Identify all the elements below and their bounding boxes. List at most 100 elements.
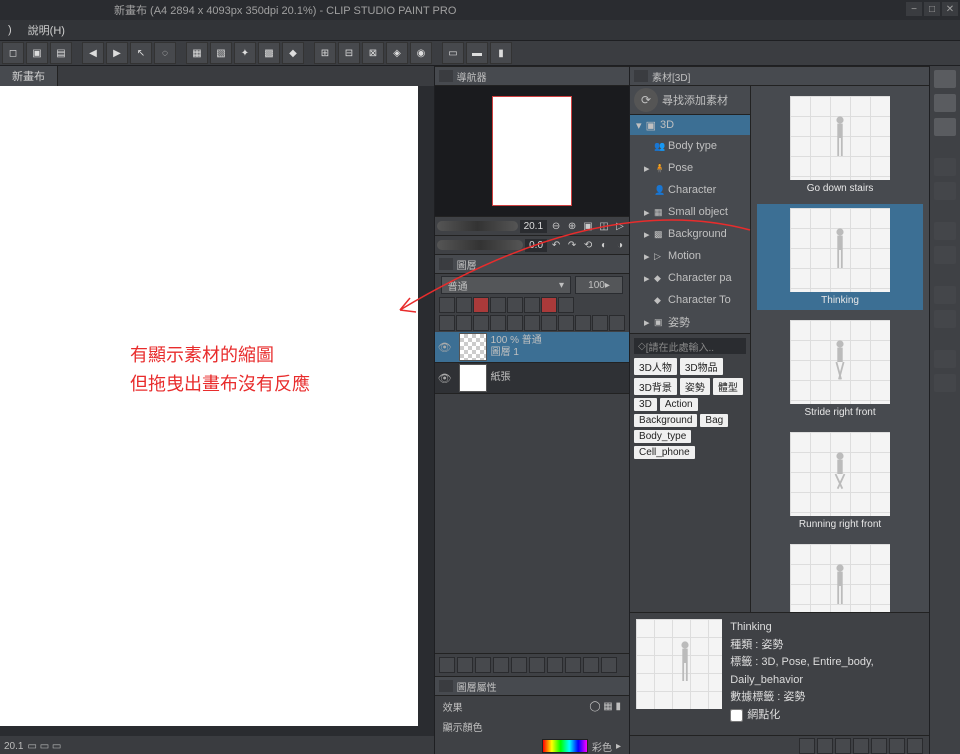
rotate-a-icon[interactable]: ◐ <box>597 238 611 252</box>
tag[interactable]: 3D物品 <box>680 358 723 375</box>
layer-item[interactable]: 👁 100 % 普通 圖層 1 <box>435 332 629 363</box>
rotate-reset-icon[interactable]: ⟲ <box>581 238 595 252</box>
zoom-slider[interactable] <box>437 221 518 231</box>
tree-item-bodytype[interactable]: 👥Body type <box>630 135 750 157</box>
tree-root-3d[interactable]: ▾ ▣ 3D <box>630 115 750 135</box>
tool-h-icon[interactable]: ▮ <box>490 42 512 64</box>
tree-item-smallobj[interactable]: ▸▦Small object <box>630 201 750 223</box>
tag[interactable]: Action <box>660 398 698 411</box>
navigator-canvas[interactable] <box>492 96 572 206</box>
gridify-checkbox[interactable] <box>730 709 743 722</box>
tag[interactable]: 3D背景 <box>634 378 677 395</box>
layer-m3-icon[interactable] <box>558 315 574 331</box>
strip-cube-icon[interactable] <box>934 286 956 304</box>
layer-item[interactable]: 👁 紙張 <box>435 363 629 394</box>
lb-d-icon[interactable] <box>529 657 545 673</box>
tool-grid-icon[interactable]: ▩ <box>258 42 280 64</box>
lb-new2-icon[interactable] <box>457 657 473 673</box>
layer-opacity[interactable]: 100▸ <box>575 276 623 294</box>
strip-folder-icon[interactable] <box>934 222 956 240</box>
tree-item-charparts[interactable]: ▸◆Character pa <box>630 267 750 289</box>
fit-icon[interactable]: ▣ <box>581 219 595 233</box>
zoom-in-icon[interactable]: ⊕ <box>565 219 579 233</box>
tool-select-icon[interactable]: ▦ <box>186 42 208 64</box>
tool-b-icon[interactable]: ⊟ <box>338 42 360 64</box>
tool-snap-icon[interactable]: ✦ <box>234 42 256 64</box>
tool-c-icon[interactable]: ⊠ <box>362 42 384 64</box>
menu-item[interactable]: ) <box>8 24 12 36</box>
tool-d-icon[interactable]: ◈ <box>386 42 408 64</box>
material-thumb[interactable]: Running right front <box>757 428 923 534</box>
material-thumb[interactable]: Go down stairs <box>757 92 923 198</box>
material-thumb[interactable] <box>757 540 923 612</box>
layer-lock-icon[interactable] <box>439 297 455 313</box>
material-thumb-list[interactable]: Go down stairs Thinking Stride right fro… <box>751 86 929 612</box>
strip-folder-icon[interactable] <box>934 182 956 200</box>
tag[interactable]: Bag <box>700 414 728 427</box>
detail-f-icon[interactable] <box>889 738 905 754</box>
strip-folder-icon[interactable] <box>934 94 956 112</box>
tool-cursor-icon[interactable]: ↖ <box>130 42 152 64</box>
layer-folder-icon[interactable] <box>473 315 489 331</box>
tree-item-character[interactable]: 👤Character <box>630 179 750 201</box>
tag-search-input[interactable]: ◇ [請在此處輸入.. <box>634 338 746 354</box>
maximize-button[interactable]: □ <box>924 2 940 16</box>
tool-a-icon[interactable]: ⊞ <box>314 42 336 64</box>
tag[interactable]: 3D人物 <box>634 358 677 375</box>
tool-save-icon[interactable]: ▤ <box>50 42 72 64</box>
layer-draft-icon[interactable] <box>541 297 557 313</box>
minimize-button[interactable]: − <box>906 2 922 16</box>
visibility-icon[interactable]: 👁 <box>435 341 455 354</box>
layer-ruler-icon[interactable] <box>507 297 523 313</box>
strip-folder-icon[interactable] <box>934 374 956 392</box>
tree-item-pose-zh[interactable]: ▸▣姿勢 <box>630 311 750 333</box>
detail-b-icon[interactable] <box>817 738 833 754</box>
strip-folder-icon[interactable] <box>934 70 956 88</box>
blend-mode-dropdown[interactable]: 普通▾ <box>441 276 571 294</box>
tool-e-icon[interactable]: ◉ <box>410 42 432 64</box>
layer-mask-icon[interactable] <box>490 297 506 313</box>
zoom-out-icon[interactable]: ⊖ <box>549 219 563 233</box>
lb-b-icon[interactable] <box>493 657 509 673</box>
tree-item-charto[interactable]: ◆Character To <box>630 289 750 311</box>
layers-header[interactable]: 圖層 <box>435 254 629 274</box>
canvas-area[interactable]: 有顯示素材的縮圖 但拖曳出畫布沒有反應 <box>0 86 434 736</box>
find-icon[interactable]: ⟳ <box>634 88 658 112</box>
close-button[interactable]: ✕ <box>942 2 958 16</box>
tag[interactable]: 3D <box>634 398 657 411</box>
strip-folder-icon[interactable] <box>934 246 956 264</box>
strip-folder-icon[interactable] <box>934 310 956 328</box>
rotate-b-icon[interactable]: ◑ <box>613 238 627 252</box>
detail-e-icon[interactable] <box>871 738 887 754</box>
layer-color-icon[interactable] <box>473 297 489 313</box>
lb-a-icon[interactable] <box>475 657 491 673</box>
material-thumb[interactable]: Stride right front <box>757 316 923 422</box>
layer-m5-icon[interactable] <box>609 315 625 331</box>
layer-x-icon[interactable] <box>558 297 574 313</box>
tool-misc-icon[interactable]: ◆ <box>282 42 304 64</box>
rotate-ccw-icon[interactable]: ↶ <box>549 238 563 252</box>
find-materials-row[interactable]: ⟳ 尋找添加素材 <box>630 86 750 115</box>
layer-props-header[interactable]: 圖層屬性 <box>435 676 629 696</box>
tag[interactable]: Cell_phone <box>634 446 695 459</box>
detail-a-icon[interactable] <box>799 738 815 754</box>
material-thumb-selected[interactable]: Thinking <box>757 204 923 310</box>
tool-open-icon[interactable]: ▣ <box>26 42 48 64</box>
visibility-icon[interactable]: 👁 <box>435 372 455 385</box>
layer-delete-icon[interactable] <box>575 315 591 331</box>
flip-h-icon[interactable]: ◫ <box>597 219 611 233</box>
menu-item-help[interactable]: 說明(H) <box>28 22 65 38</box>
tree-item-pose[interactable]: ▸🧍Pose <box>630 157 750 179</box>
lb-c-icon[interactable] <box>511 657 527 673</box>
lb-new-icon[interactable] <box>439 657 455 673</box>
detail-c-icon[interactable] <box>835 738 851 754</box>
strip-folder-icon[interactable] <box>934 118 956 136</box>
tool-ruler-icon[interactable]: ▧ <box>210 42 232 64</box>
tag[interactable]: 體型 <box>713 378 743 395</box>
detail-trash-icon[interactable] <box>907 738 923 754</box>
tool-f-icon[interactable]: ▭ <box>442 42 464 64</box>
tree-item-background[interactable]: ▸▩Background <box>630 223 750 245</box>
flip-v-icon[interactable]: ▷ <box>613 219 627 233</box>
tool-new-icon[interactable]: ◻ <box>2 42 24 64</box>
layer-new2-icon[interactable] <box>456 315 472 331</box>
